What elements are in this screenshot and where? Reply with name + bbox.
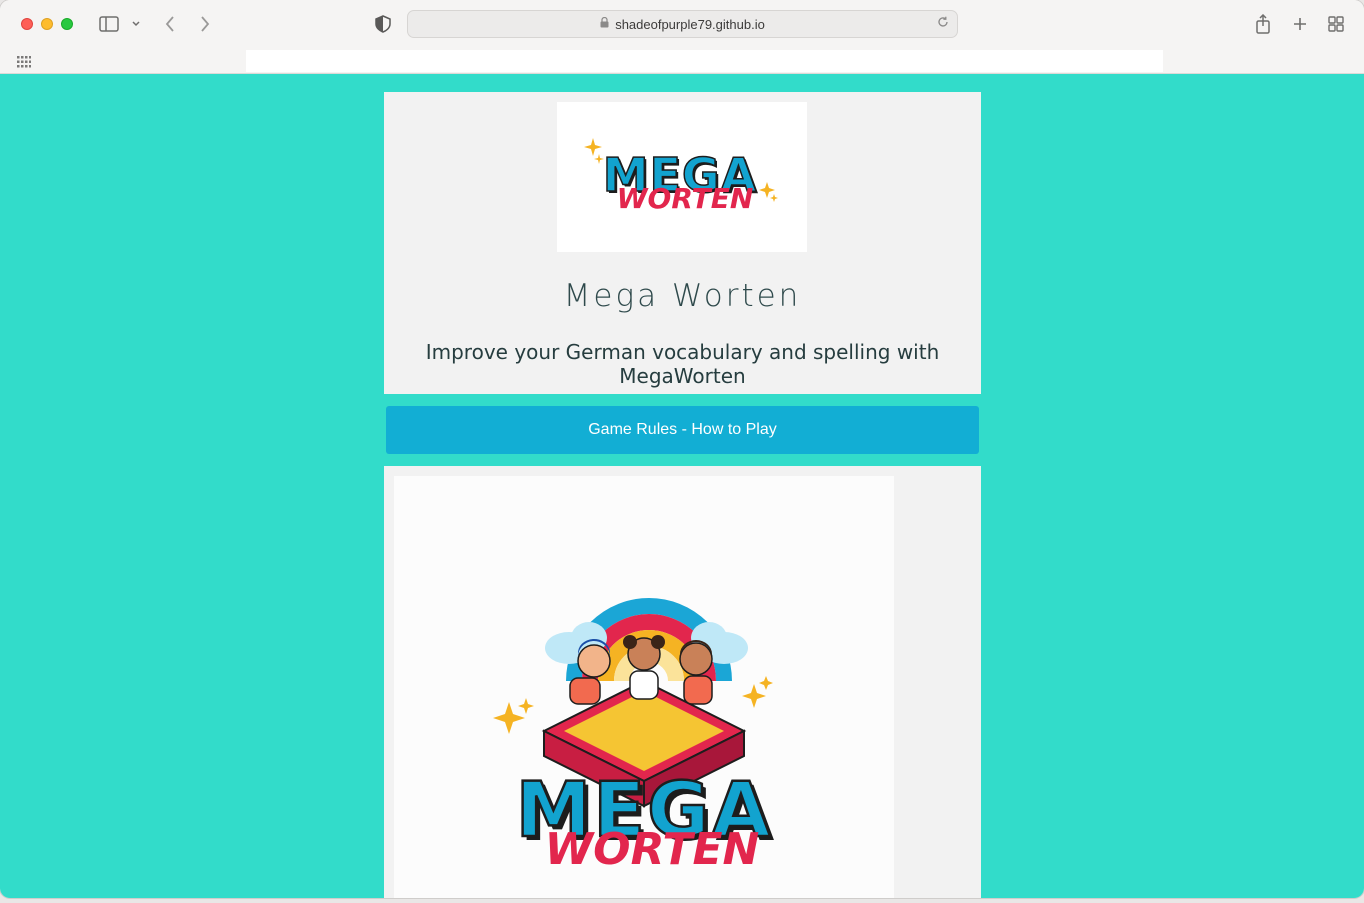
forward-arrow-icon[interactable] (195, 12, 215, 36)
logo-worten-text: WORTEN (617, 182, 754, 215)
zoom-window-button[interactable] (61, 18, 73, 30)
browser-toolbar: shadeofpurple79.github.io (0, 0, 1364, 48)
chevron-down-icon[interactable] (130, 12, 142, 36)
back-arrow-icon[interactable] (160, 12, 180, 36)
page-title: Mega Worten (563, 278, 802, 314)
url-text: shadeofpurple79.github.io (615, 16, 765, 32)
sidebar-toggle-icon[interactable] (98, 12, 120, 36)
game-logo-worten-text: WORTEN (545, 824, 760, 875)
page-viewport: MEGA MEGA WORTEN Mega Worten Improve you… (0, 74, 1364, 898)
reload-icon[interactable] (937, 16, 949, 31)
favorites-grid-icon[interactable] (17, 55, 31, 68)
page-tagline: Improve your German vocabulary and spell… (425, 340, 940, 388)
game-illustration: MEGA MEGA WORTEN (394, 476, 894, 898)
minimize-window-button[interactable] (41, 18, 53, 30)
favorites-bar-strip (246, 50, 1163, 72)
game-card: MEGA MEGA WORTEN (384, 466, 981, 898)
new-tab-plus-icon[interactable] (1290, 12, 1310, 36)
address-bar[interactable]: shadeofpurple79.github.io (407, 10, 958, 38)
header-card: MEGA MEGA WORTEN Mega Worten Improve you… (384, 92, 981, 394)
browser-window: shadeofpurple79.github.io MEGA MEGA WORT… (0, 0, 1364, 898)
shield-icon[interactable] (373, 12, 393, 36)
children-illustration (569, 635, 713, 705)
close-window-button[interactable] (21, 18, 33, 30)
share-icon[interactable] (1253, 12, 1273, 36)
lock-icon (600, 16, 609, 31)
game-rules-button[interactable]: Game Rules - How to Play (386, 406, 979, 454)
favorites-bar (0, 48, 1364, 74)
site-logo: MEGA MEGA WORTEN (557, 102, 807, 252)
tab-overview-icon[interactable] (1326, 12, 1346, 36)
